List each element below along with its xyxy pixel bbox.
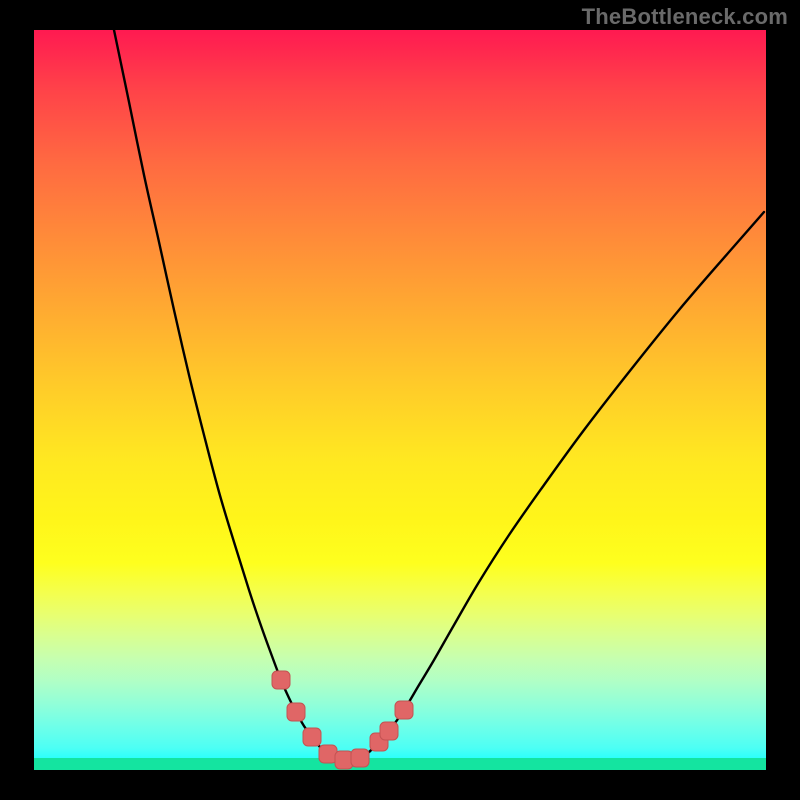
highlight-marker xyxy=(272,671,290,689)
highlight-marker xyxy=(351,749,369,767)
highlight-marker xyxy=(380,722,398,740)
watermark-text: TheBottleneck.com xyxy=(582,4,788,30)
highlight-markers xyxy=(272,671,413,769)
highlight-marker xyxy=(319,745,337,763)
bottleneck-curve-path xyxy=(114,30,764,760)
highlight-marker xyxy=(287,703,305,721)
highlight-marker xyxy=(303,728,321,746)
bottleneck-curve-svg xyxy=(34,30,766,770)
highlight-marker xyxy=(335,751,353,769)
highlight-marker xyxy=(395,701,413,719)
